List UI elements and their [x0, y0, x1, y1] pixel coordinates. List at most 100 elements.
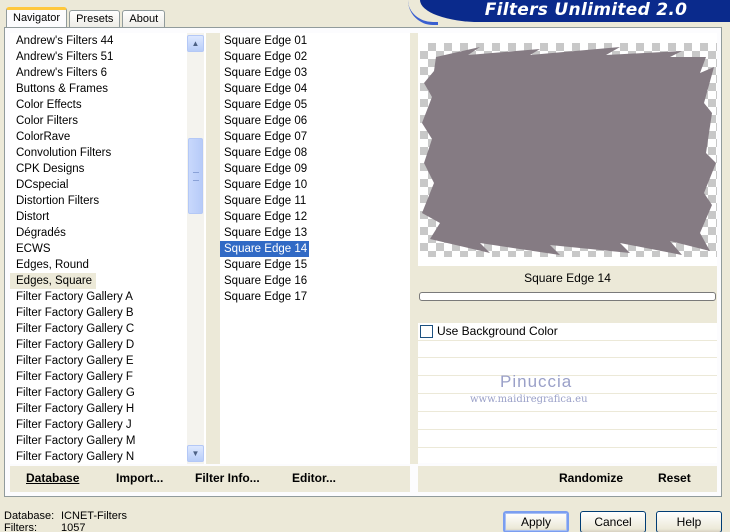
status-filters: Filters: 1057	[4, 522, 85, 532]
category-item[interactable]: Filter Factory Gallery G	[10, 385, 206, 401]
category-item[interactable]: DCspecial	[10, 177, 206, 193]
import-button[interactable]: Import...	[116, 471, 163, 485]
help-button[interactable]: Help	[656, 511, 722, 532]
category-item[interactable]: Andrew's Filters 6	[10, 65, 206, 81]
list-item-row: CPK Designs	[10, 161, 206, 177]
category-item[interactable]: Distortion Filters	[10, 193, 206, 209]
list-item-row: Filter Factory Gallery D	[10, 337, 206, 353]
category-item[interactable]: ECWS	[10, 241, 206, 257]
column-divider	[206, 33, 220, 464]
filter-item[interactable]: Square Edge 10	[220, 177, 410, 193]
banner-title: Filters Unlimited 2.0	[484, 0, 688, 20]
category-item[interactable]: Color Filters	[10, 113, 206, 129]
param-divider	[418, 447, 717, 448]
category-item[interactable]: Andrew's Filters 44	[10, 33, 206, 49]
list-item-row: Andrew's Filters 51	[10, 49, 206, 65]
category-item[interactable]: Buttons & Frames	[10, 81, 206, 97]
param-divider	[418, 340, 717, 341]
preview-canvas	[420, 43, 717, 257]
scroll-down-button[interactable]: ▼	[187, 445, 204, 462]
list-item-row: Filter Factory Gallery H	[10, 401, 206, 417]
list-item-row: Andrew's Filters 6	[10, 65, 206, 81]
category-item[interactable]: Convolution Filters	[10, 145, 206, 161]
category-item[interactable]: CPK Designs	[10, 161, 206, 177]
filter-item[interactable]: Square Edge 01	[220, 33, 410, 49]
randomize-button[interactable]: Randomize	[559, 471, 623, 485]
filter-item[interactable]: Square Edge 17	[220, 289, 410, 305]
tab-about[interactable]: About	[122, 10, 166, 28]
filter-item[interactable]: Square Edge 14	[220, 241, 310, 257]
import-button-label: Import...	[116, 471, 164, 485]
category-item[interactable]: Filter Factory Gallery M	[10, 433, 206, 449]
category-item[interactable]: Filter Factory Gallery D	[10, 337, 206, 353]
category-item[interactable]: Filter Factory Gallery C	[10, 321, 206, 337]
category-item[interactable]: Edges, Square	[10, 273, 97, 289]
category-item[interactable]: Filter Factory Gallery A	[10, 289, 206, 305]
filter-item[interactable]: Square Edge 06	[220, 113, 410, 129]
filter-item[interactable]: Square Edge 15	[220, 257, 410, 273]
category-item[interactable]: Filter Factory Gallery H	[10, 401, 206, 417]
apply-button[interactable]: Apply	[503, 511, 569, 532]
parameter-area	[418, 323, 717, 463]
status-filters-value: 1057	[61, 522, 86, 532]
category-item[interactable]: Filter Factory Gallery N	[10, 449, 206, 464]
list-item-row: Square Edge 01	[220, 33, 410, 49]
reset-button[interactable]: Reset	[658, 471, 691, 485]
list-item-row: Filter Factory Gallery M	[10, 433, 206, 449]
category-scrollbar[interactable]: ▲ ▼	[187, 33, 204, 464]
watermark-site: www.maidiregrafica.eu	[470, 394, 588, 405]
category-item[interactable]: Filter Factory Gallery B	[10, 305, 206, 321]
category-item[interactable]: Filter Factory Gallery E	[10, 353, 206, 369]
scroll-thumb[interactable]	[188, 138, 203, 214]
category-item[interactable]: Andrew's Filters 51	[10, 49, 206, 65]
randomize-button-label: Randomize	[559, 471, 624, 485]
category-item[interactable]: Color Effects	[10, 97, 206, 113]
database-button-label: Database	[26, 471, 80, 485]
list-item-row: Square Edge 03	[220, 65, 410, 81]
use-background-color-checkbox[interactable]	[420, 324, 433, 338]
cancel-button[interactable]: Cancel	[580, 511, 646, 532]
list-item-row: Filter Factory Gallery C	[10, 321, 206, 337]
list-item-row: Filter Factory Gallery F	[10, 369, 206, 385]
list-item-row: Convolution Filters	[10, 145, 206, 161]
tab-navigator[interactable]: Navigator	[6, 7, 68, 28]
scroll-up-button[interactable]: ▲	[187, 35, 204, 52]
filter-item[interactable]: Square Edge 11	[220, 193, 410, 209]
category-item[interactable]: ColorRave	[10, 129, 206, 145]
list-item-row: Square Edge 07	[220, 129, 410, 145]
filter-item[interactable]: Square Edge 07	[220, 129, 410, 145]
database-button[interactable]: Database	[26, 471, 79, 485]
filter-item[interactable]: Square Edge 12	[220, 209, 410, 225]
category-item[interactable]: Edges, Round	[10, 257, 206, 273]
editor-button[interactable]: Editor...	[292, 471, 336, 485]
param-divider	[418, 357, 717, 358]
list-item-row: Square Edge 15	[220, 257, 410, 273]
filter-list[interactable]: Square Edge 01 Square Edge 02 Square Edge …	[220, 33, 410, 464]
filter-item[interactable]: Square Edge 16	[220, 273, 410, 289]
list-item-row: Square Edge 12	[220, 209, 410, 225]
filter-item[interactable]: Square Edge 04	[220, 81, 410, 97]
category-item[interactable]: Dégradés	[10, 225, 206, 241]
tab-presets[interactable]: Presets	[69, 10, 121, 28]
filter-item[interactable]: Square Edge 09	[220, 161, 410, 177]
filter-item[interactable]: Square Edge 13	[220, 225, 410, 241]
filter-item[interactable]: Square Edge 05	[220, 97, 410, 113]
category-item[interactable]: Filter Factory Gallery J	[10, 417, 206, 433]
list-item-row: Filter Factory Gallery J	[10, 417, 206, 433]
list-item-row: Square Edge 06	[220, 113, 410, 129]
use-background-color-option[interactable]: Use Background Color	[420, 323, 558, 339]
category-list[interactable]: Andrew's Filters 44 Andrew's Filters 51 An…	[10, 33, 206, 464]
list-item-row: Andrew's Filters 44	[10, 33, 206, 49]
category-item[interactable]: Distort	[10, 209, 206, 225]
list-item-row: Color Filters	[10, 113, 206, 129]
filter-item[interactable]: Square Edge 08	[220, 145, 410, 161]
list-item-row: Square Edge 02	[220, 49, 410, 65]
filter-item[interactable]: Square Edge 03	[220, 65, 410, 81]
param-divider	[418, 429, 717, 430]
list-item-row: Square Edge 05	[220, 97, 410, 113]
filter-item[interactable]: Square Edge 02	[220, 49, 410, 65]
preview-frame	[418, 33, 717, 266]
category-item[interactable]: Filter Factory Gallery F	[10, 369, 206, 385]
filter-info-button[interactable]: Filter Info...	[195, 471, 260, 485]
list-item-row: Square Edge 08	[220, 145, 410, 161]
